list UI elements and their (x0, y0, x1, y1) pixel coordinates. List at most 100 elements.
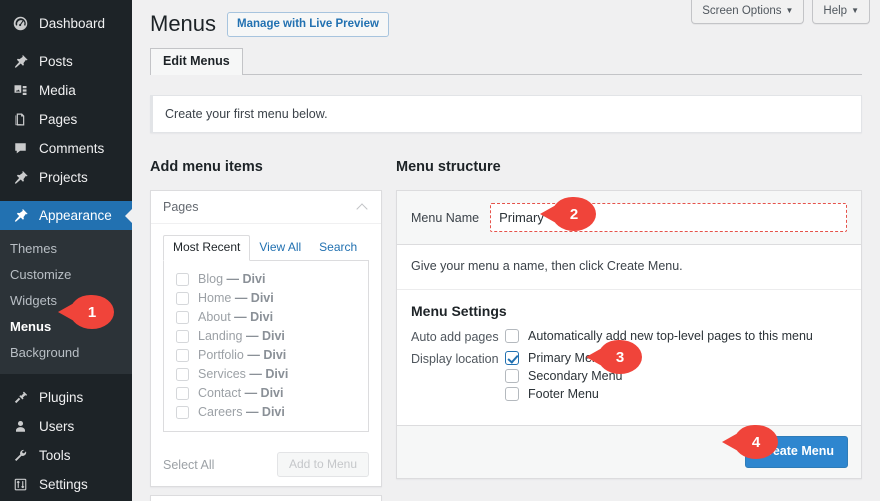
pages-postbox-header[interactable]: Pages (151, 191, 381, 224)
select-all-link[interactable]: Select All (163, 458, 214, 472)
tab-most-recent[interactable]: Most Recent (163, 235, 250, 261)
chevron-up-icon[interactable] (357, 201, 369, 213)
page-label: Services — Divi (198, 367, 288, 381)
nav-tab-wrapper: Edit Menus (150, 47, 862, 75)
sidebar-item-appearance[interactable]: Appearance (0, 201, 132, 230)
sidebar-item-label: Settings (39, 477, 88, 492)
sidebar-item-plugins[interactable]: Plugins (0, 383, 132, 412)
pages-postbox-body: Most Recent View All Search Blog — Divi … (151, 224, 381, 442)
sidebar-divider-1 (0, 38, 132, 47)
page-suffix: — Divi (249, 367, 288, 381)
page-suffix: — Divi (246, 329, 285, 343)
help-button[interactable]: Help▼ (812, 0, 870, 24)
page-name: Contact (198, 386, 241, 400)
sidebar-item-posts[interactable]: Posts (0, 47, 132, 76)
pin-icon (10, 52, 31, 72)
screen-options-label: Screen Options (702, 5, 781, 17)
user-icon (10, 417, 31, 437)
list-item[interactable]: About — Divi (176, 308, 358, 327)
sidebar-item-dashboard[interactable]: Dashboard (0, 9, 132, 38)
page-checkbox[interactable] (176, 311, 189, 324)
page-name: Careers (198, 405, 242, 419)
list-item[interactable]: Services — Divi (176, 365, 358, 384)
tab-view-all[interactable]: View All (250, 236, 310, 260)
sidebar-item-comments[interactable]: Comments (0, 134, 132, 163)
page-label: Contact — Divi (198, 386, 283, 400)
page-suffix: — Divi (246, 405, 285, 419)
location-option-secondary[interactable]: Secondary Menu (505, 369, 847, 383)
display-location-label: Display location (411, 351, 505, 366)
auto-add-pages-option[interactable]: Automatically add new top-level pages to… (505, 329, 847, 343)
page-header-row: Menus Manage with Live Preview (150, 10, 389, 38)
sidebar-item-settings[interactable]: Settings (0, 470, 132, 499)
sidebar-item-label: Users (39, 419, 74, 434)
pages-icon (10, 110, 31, 130)
page-suffix: — Divi (235, 291, 274, 305)
page-checkbox[interactable] (176, 292, 189, 305)
list-item[interactable]: Portfolio — Divi (176, 346, 358, 365)
list-item[interactable]: Blog — Divi (176, 270, 358, 289)
dashboard-icon (10, 14, 31, 34)
location-option-label: Footer Menu (528, 387, 599, 401)
sidebar-divider-3 (0, 374, 132, 383)
primary-menu-checkbox[interactable] (505, 351, 519, 365)
create-menu-button[interactable]: Create Menu (745, 436, 848, 468)
page-suffix: — Divi (247, 348, 286, 362)
tab-edit-menus[interactable]: Edit Menus (150, 48, 243, 75)
location-option-footer[interactable]: Footer Menu (505, 387, 847, 401)
add-menu-items-column: Pages Most Recent View All Search Blog —… (150, 190, 382, 501)
help-label: Help (823, 5, 847, 17)
sidebar-item-users[interactable]: Users (0, 412, 132, 441)
page-name: Landing (198, 329, 243, 343)
page-checkbox[interactable] (176, 349, 189, 362)
plug-icon (10, 388, 31, 408)
list-item[interactable]: Landing — Divi (176, 327, 358, 346)
sidebar-item-tools[interactable]: Tools (0, 441, 132, 470)
sidebar-item-pages[interactable]: Pages (0, 105, 132, 134)
page-label: Blog — Divi (198, 272, 265, 286)
list-item[interactable]: Contact — Divi (176, 384, 358, 403)
menu-name-input[interactable] (490, 203, 847, 232)
page-title: Menus (150, 10, 216, 38)
notice-text: Create your first menu below. (165, 107, 328, 121)
wrench-icon (10, 446, 31, 466)
pages-postbox: Pages Most Recent View All Search Blog —… (150, 190, 382, 487)
list-item[interactable]: Careers — Divi (176, 403, 358, 422)
wordpress-admin-screen: Dashboard Posts Media Pages Commen (0, 0, 880, 501)
pages-panel-actions: Select All Add to Menu (151, 442, 381, 486)
page-checkbox[interactable] (176, 406, 189, 419)
pages-tab-list: Most Recent View All Search (163, 235, 369, 261)
page-checkbox[interactable] (176, 273, 189, 286)
display-location-options: Primary Menu Secondary Menu Footer Menu (505, 351, 847, 405)
sidebar-divider-2 (0, 192, 132, 201)
submenu-item-customize[interactable]: Customize (0, 262, 132, 288)
menu-settings-section: Menu Settings Auto add pages Automatical… (397, 290, 861, 425)
page-name: About (198, 310, 231, 324)
sidebar-item-projects[interactable]: Projects (0, 163, 132, 192)
page-checkbox[interactable] (176, 330, 189, 343)
page-checkbox[interactable] (176, 368, 189, 381)
menu-settings-heading: Menu Settings (411, 303, 847, 319)
add-to-menu-button[interactable]: Add to Menu (277, 452, 369, 477)
auto-add-pages-row: Auto add pages Automatically add new top… (411, 329, 847, 347)
posts-postbox: Posts (150, 495, 382, 501)
list-item[interactable]: Home — Divi (176, 289, 358, 308)
sidebar-item-media[interactable]: Media (0, 76, 132, 105)
auto-add-pages-checkbox[interactable] (505, 329, 519, 343)
tab-search[interactable]: Search (310, 236, 366, 260)
admin-main-content: Screen Options▼ Help▼ Menus Manage with … (132, 0, 880, 501)
location-option-primary[interactable]: Primary Menu (505, 351, 847, 365)
posts-postbox-header[interactable]: Posts (151, 496, 381, 501)
submenu-item-themes[interactable]: Themes (0, 236, 132, 262)
submenu-item-background[interactable]: Background (0, 340, 132, 366)
screen-options-button[interactable]: Screen Options▼ (691, 0, 804, 24)
submenu-item-menus[interactable]: Menus (0, 314, 132, 340)
page-checkbox[interactable] (176, 387, 189, 400)
submenu-item-widgets[interactable]: Widgets (0, 288, 132, 314)
footer-menu-checkbox[interactable] (505, 387, 519, 401)
secondary-menu-checkbox[interactable] (505, 369, 519, 383)
sidebar-item-label: Media (39, 83, 76, 98)
page-suffix: — Divi (227, 272, 266, 286)
appearance-submenu: Themes Customize Widgets Menus Backgroun… (0, 230, 132, 374)
manage-with-live-preview-button[interactable]: Manage with Live Preview (227, 12, 389, 37)
